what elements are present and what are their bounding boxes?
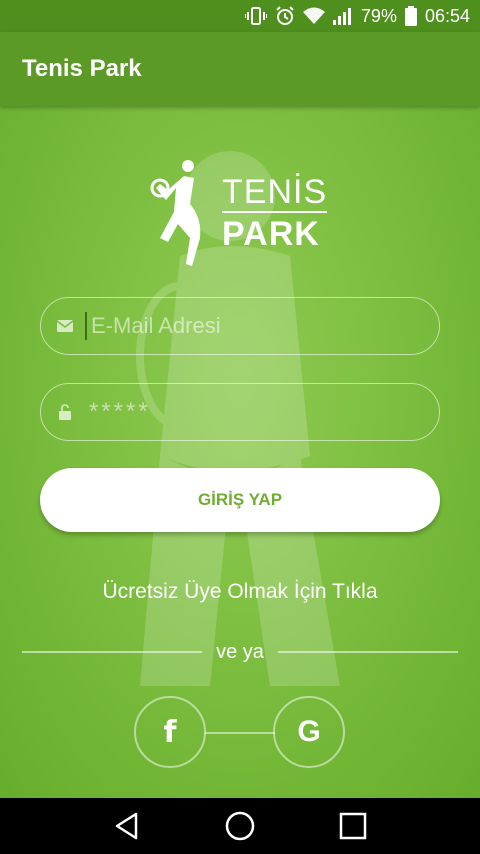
google-icon: G (297, 715, 321, 748)
email-field[interactable] (40, 297, 440, 355)
page-title: Tenis Park (22, 55, 142, 82)
divider-text: ve ya (216, 640, 264, 663)
logo-line-1: TENİS (222, 172, 328, 213)
battery-percent: 79% (360, 5, 397, 26)
divider-line-right (277, 651, 458, 653)
recents-square-icon (340, 812, 367, 840)
google-login-button[interactable]: G (273, 696, 345, 768)
login-button[interactable]: GİRİŞ YAP (40, 468, 440, 532)
app-bar: Tenis Park (0, 32, 480, 106)
password-input[interactable] (85, 397, 411, 427)
divider-line-left (22, 651, 203, 653)
facebook-icon: f (163, 714, 177, 750)
tenis-park-logo: TENİS PARK (150, 156, 330, 271)
envelope-icon (55, 316, 75, 336)
alarm-icon (275, 6, 295, 26)
lock-icon (55, 402, 75, 422)
logo-line-2: PARK (222, 214, 320, 253)
social-connector-line (205, 732, 275, 734)
facebook-login-button[interactable]: f (134, 696, 206, 768)
login-screen: TENİS PARK GİRİŞ YAP Ücretsiz Üye Olmak … (0, 106, 480, 798)
status-bar: 79% 06:54 (0, 0, 480, 32)
tennis-player-icon (150, 159, 201, 266)
home-circle-icon (225, 811, 255, 841)
home-button[interactable] (220, 806, 260, 846)
back-triangle-icon (115, 812, 137, 840)
password-field[interactable] (40, 383, 440, 441)
register-link[interactable]: Ücretsiz Üye Olmak İçin Tıkla (0, 580, 480, 604)
vibrate-icon (244, 7, 267, 25)
recents-button[interactable] (333, 806, 373, 846)
wifi-icon (302, 7, 325, 25)
clock: 06:54 (424, 5, 470, 26)
signal-icon (332, 7, 353, 25)
battery-icon (404, 6, 417, 26)
system-nav-bar (0, 798, 480, 854)
email-input[interactable] (85, 312, 413, 340)
or-divider: ve ya (22, 640, 458, 664)
back-button[interactable] (107, 806, 147, 846)
